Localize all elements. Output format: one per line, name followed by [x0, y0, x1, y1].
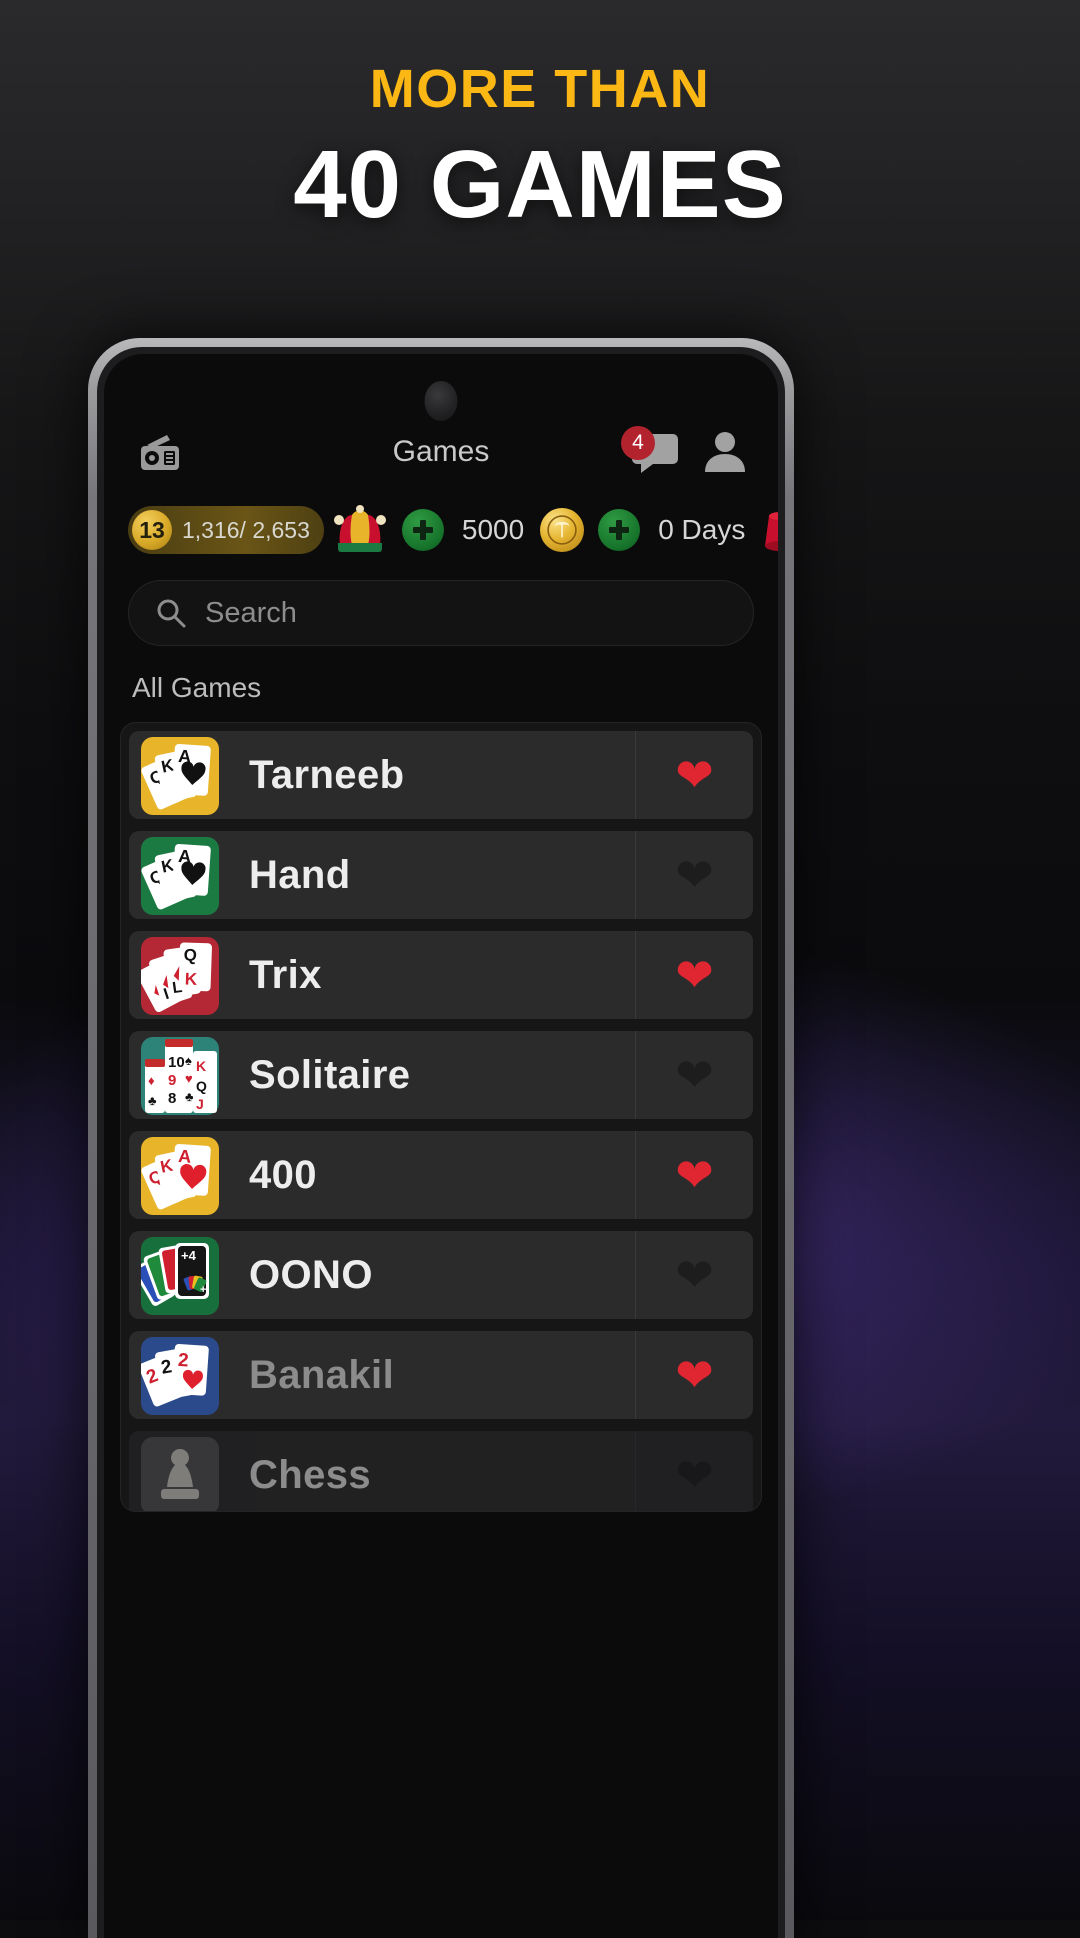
- favorite-button[interactable]: ❤: [635, 1131, 753, 1219]
- search-icon: [157, 599, 186, 628]
- svg-text:Q: Q: [196, 1078, 207, 1094]
- heart-icon: ❤: [675, 1149, 714, 1201]
- days-value: 0 Days: [658, 514, 746, 545]
- favorite-button[interactable]: ❤: [635, 1331, 753, 1419]
- search-placeholder: Search: [205, 596, 297, 629]
- svg-text:K: K: [196, 1058, 206, 1074]
- game-row[interactable]: ♦ ♣ 10 ♠ 9 ♥ 8 ♣ K Q J Solitaire ❤: [129, 1031, 753, 1119]
- heart-icon: ❤: [675, 849, 714, 901]
- svg-text:+: +: [200, 1284, 206, 1296]
- chess-pawn-icon: [141, 1433, 223, 1511]
- phone-mockup: Games 4 13 1,316/ 2,653 5000 0 Days Sear…: [88, 338, 794, 1938]
- svg-text:♥: ♥: [185, 1071, 193, 1086]
- cards-twos-blue-icon: 2 2 2: [138, 1333, 223, 1415]
- jester-hat-icon[interactable]: [332, 505, 388, 555]
- heart-icon: ❤: [675, 1449, 714, 1501]
- promo-title: 40 GAMES: [293, 131, 787, 238]
- svg-text:J: J: [196, 1096, 204, 1112]
- game-name: 400: [249, 1152, 317, 1197]
- header-actions: 4: [621, 426, 751, 476]
- heart-icon: ❤: [675, 1349, 714, 1401]
- svg-text:+4: +4: [181, 1248, 197, 1263]
- game-name: Chess: [249, 1452, 372, 1497]
- search-input[interactable]: Search: [128, 580, 754, 646]
- gold-coin-icon[interactable]: [540, 508, 585, 552]
- add-jokers-button[interactable]: [401, 509, 444, 551]
- stats-bar: 13 1,316/ 2,653 5000 0 Days: [128, 502, 778, 558]
- svg-text:K: K: [185, 970, 199, 989]
- promo-kicker: MORE THAN: [369, 59, 711, 119]
- game-name: Solitaire: [249, 1052, 411, 1097]
- svg-text:10: 10: [168, 1054, 185, 1071]
- game-name: OONO: [249, 1252, 373, 1297]
- favorite-button[interactable]: ❤: [635, 1231, 753, 1319]
- game-name: Trix: [249, 952, 322, 997]
- heart-icon: ❤: [675, 749, 714, 801]
- heart-icon: ❤: [675, 949, 714, 1001]
- radio-icon[interactable]: [137, 432, 183, 472]
- cards-spades-gold-icon: Q K A: [141, 733, 223, 815]
- favorite-button[interactable]: ❤: [635, 931, 753, 1019]
- game-row[interactable]: +4 + OONO ❤: [129, 1231, 753, 1319]
- game-row[interactable]: Q K A 400 ❤: [129, 1131, 753, 1219]
- svg-text:A: A: [178, 1146, 192, 1167]
- favorite-button[interactable]: ❤: [635, 1031, 753, 1119]
- games-list[interactable]: Q K A Tarneeb ❤ Q K A Hand ❤ I L Q K Tri…: [120, 722, 762, 1512]
- chat-button[interactable]: 4: [621, 426, 681, 476]
- cards-diamonds-red-icon: I L QK: [136, 933, 223, 1015]
- svg-text:♠: ♠: [185, 1053, 192, 1068]
- game-row[interactable]: Chess ❤: [129, 1431, 753, 1511]
- heart-icon: ❤: [675, 1249, 714, 1301]
- phone-screen: Games 4 13 1,316/ 2,653 5000 0 Days Sear…: [104, 354, 778, 1938]
- game-row[interactable]: 2 2 2 Banakil ❤: [129, 1331, 753, 1419]
- svg-text:♣: ♣: [185, 1089, 194, 1104]
- favorite-button[interactable]: ❤: [635, 731, 753, 819]
- coins-value: 5000: [461, 514, 525, 545]
- add-coins-button[interactable]: [598, 509, 641, 551]
- svg-text:Q: Q: [183, 945, 197, 964]
- game-row[interactable]: I L QK Trix ❤: [129, 931, 753, 1019]
- favorite-button[interactable]: ❤: [635, 831, 753, 919]
- svg-text:♦: ♦: [148, 1073, 155, 1088]
- section-title: All Games: [132, 672, 262, 703]
- chat-badge: 4: [621, 426, 655, 460]
- promo-heading-block: MORE THAN 40 GAMES: [0, 58, 1080, 240]
- oono-cards-icon: +4 +: [133, 1233, 223, 1315]
- game-row[interactable]: Q K A Tarneeb ❤: [129, 731, 753, 819]
- favorite-button[interactable]: ❤: [635, 1431, 753, 1511]
- profile-button[interactable]: [699, 428, 751, 476]
- app-header: Games 4: [104, 406, 778, 498]
- phone-bezel: Games 4 13 1,316/ 2,653 5000 0 Days Sear…: [97, 347, 785, 1938]
- fez-hat-icon[interactable]: [755, 506, 778, 554]
- xp-chip[interactable]: 13 1,316/ 2,653: [128, 506, 324, 554]
- svg-text:9: 9: [168, 1072, 176, 1089]
- svg-text:♣: ♣: [148, 1093, 157, 1108]
- game-row[interactable]: Q K A Hand ❤: [129, 831, 753, 919]
- level-badge: 13: [132, 510, 172, 550]
- game-name: Banakil: [249, 1352, 395, 1397]
- game-name: Hand: [249, 852, 351, 897]
- cards-hearts-gold-icon: Q K A: [141, 1133, 223, 1215]
- profile-icon: [705, 432, 745, 472]
- heart-icon: ❤: [675, 1049, 714, 1101]
- xp-progress-text: 1,316/ 2,653: [182, 516, 310, 543]
- solitaire-cards-icon: ♦ ♣ 10 ♠ 9 ♥ 8 ♣ K Q J: [141, 1033, 223, 1115]
- cards-spades-green-icon: Q K A: [141, 833, 223, 915]
- svg-text:8: 8: [168, 1090, 176, 1107]
- game-name: Tarneeb: [249, 752, 405, 797]
- svg-text:2: 2: [177, 1350, 189, 1372]
